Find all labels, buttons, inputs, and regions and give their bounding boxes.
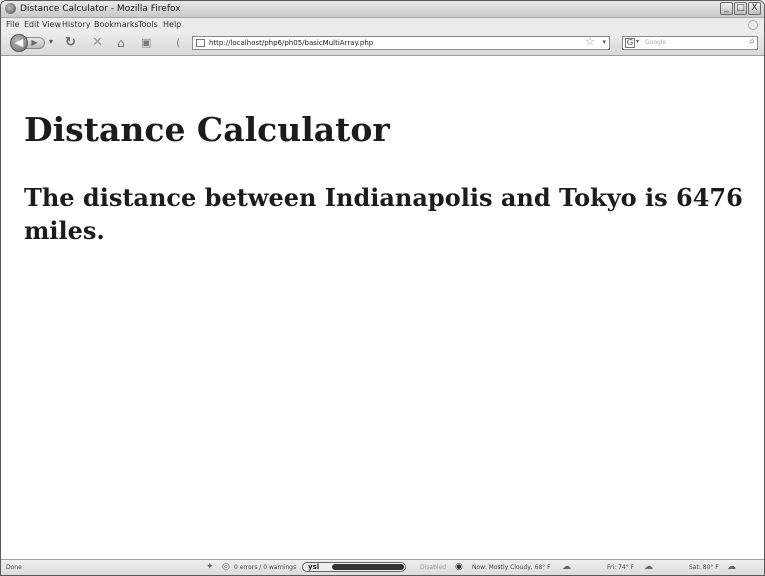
separator-icon: ( (176, 36, 181, 49)
stop-icon[interactable]: ✕ (92, 35, 103, 51)
menu-history[interactable]: History (62, 20, 90, 29)
title-bar: Distance Calculator - Mozilla Firefox _ … (1, 1, 764, 18)
yslow-widget[interactable]: ysl (302, 562, 406, 572)
firefox-icon (5, 3, 16, 14)
throbber-icon (748, 20, 758, 30)
status-text: Done (6, 564, 22, 571)
bookmark-star-icon[interactable]: ☆ (585, 36, 595, 48)
url-dropdown-icon[interactable]: ▾ (602, 38, 606, 46)
page-icon (196, 39, 205, 47)
close-button[interactable]: X (748, 2, 761, 15)
window-title: Distance Calculator - Mozilla Firefox (20, 4, 181, 14)
globe-icon[interactable]: ◉ (455, 562, 463, 572)
search-icon[interactable]: ⌕ (749, 36, 755, 47)
menu-edit[interactable]: Edit (24, 20, 40, 29)
extension-icon[interactable]: ✦ (206, 562, 214, 572)
cloud-rain-icon: ☁ (644, 562, 653, 572)
yslow-meter (332, 564, 404, 570)
page-heading: Distance Calculator (24, 110, 390, 149)
navigation-toolbar: ▶ ◀ ▾ ↻ ✕ ⌂ ▣ ( http://localhost/php6/ph… (1, 31, 764, 56)
back-button[interactable]: ◀ (10, 34, 28, 52)
window-controls: _ □ X (720, 2, 761, 15)
forward-button[interactable]: ▶ (25, 37, 45, 49)
maximize-button[interactable]: □ (734, 2, 747, 15)
reload-icon[interactable]: ↻ (65, 35, 76, 51)
weather-sat: Sat: 80° F (689, 564, 719, 571)
menu-view[interactable]: View (42, 20, 61, 29)
sun-cloud-icon: ☁ (727, 562, 736, 572)
google-engine-icon[interactable]: G (625, 38, 635, 48)
browser-window: Distance Calculator - Mozilla Firefox _ … (0, 0, 765, 576)
disabled-status: Disabled (420, 564, 447, 571)
validator-icon[interactable]: ◎ (222, 562, 230, 572)
url-text: http://localhost/php6/ph05/basicMultiArr… (209, 39, 374, 47)
yslow-label: ysl (308, 563, 320, 571)
engine-dropdown-icon[interactable]: ▾ (636, 38, 639, 45)
home-icon[interactable]: ⌂ (117, 35, 125, 51)
menu-bookmarks[interactable]: Bookmarks (94, 20, 139, 29)
status-bar: Done ✦ ◎ 0 errors / 0 warnings ysl Disab… (1, 559, 764, 575)
menu-file[interactable]: File (6, 20, 19, 29)
search-placeholder: Google (645, 39, 667, 46)
url-bar[interactable]: http://localhost/php6/ph05/basicMultiArr… (192, 36, 610, 50)
screenshot-icon[interactable]: ▣ (141, 35, 151, 51)
distance-result: The distance between Indianapolis and To… (24, 183, 743, 245)
page-content: Distance Calculator The distance between… (1, 56, 764, 560)
history-dropdown-icon[interactable]: ▾ (49, 37, 53, 46)
menu-help[interactable]: Help (163, 20, 181, 29)
search-box[interactable]: G ▾ Google ⌕ (622, 36, 758, 50)
cloud-icon: ☁ (562, 562, 571, 572)
menu-tools[interactable]: Tools (138, 20, 158, 29)
minimize-button[interactable]: _ (720, 2, 733, 15)
weather-now: Now: Mostly Cloudy, 68° F (472, 564, 551, 571)
validator-status[interactable]: 0 errors / 0 warnings (234, 564, 296, 572)
menu-bar: File Edit View History Bookmarks Tools H… (1, 18, 764, 31)
weather-fri: Fri: 74° F (607, 564, 635, 571)
